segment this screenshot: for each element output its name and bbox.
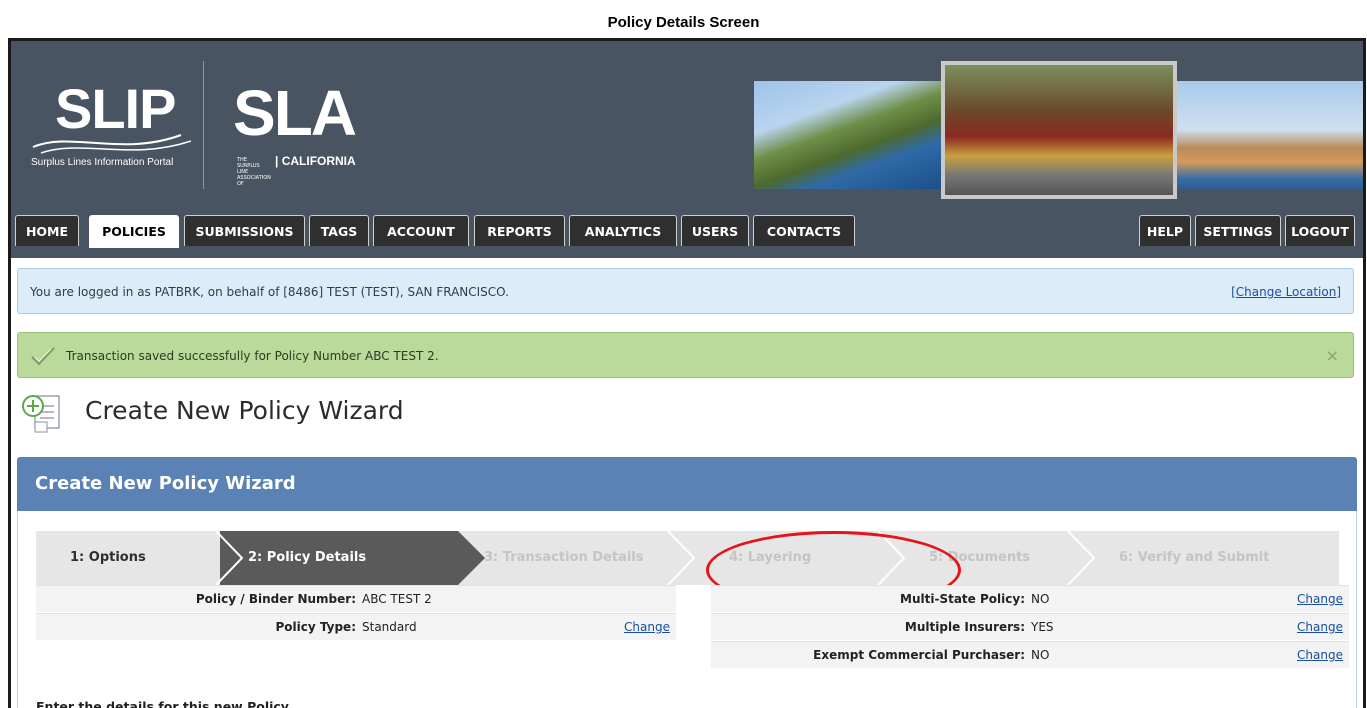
tab-submissions[interactable]: SUBMISSIONS <box>184 215 305 246</box>
detail-row-multiple-insurers: Multiple Insurers: YES Change <box>711 613 1349 640</box>
detail-row-policy-type: Policy Type: Standard Change <box>36 613 676 640</box>
tab-reports[interactable]: REPORTS <box>474 215 565 246</box>
page-content: You are logged in as PATBRK, on behalf o… <box>11 258 1363 708</box>
sla-logo-text: SLA <box>233 77 357 149</box>
tab-contacts[interactable]: CONTACTS <box>753 215 855 246</box>
sla-logo[interactable]: SLA THE SURPLUS LINE ASSOCIATION OF | CA… <box>233 77 383 187</box>
page-title: Create New Policy Wizard <box>85 396 404 425</box>
detail-value: Standard <box>362 620 417 634</box>
banner-photo-cable-car <box>941 61 1177 199</box>
detail-label: Multiple Insurers: <box>904 620 1025 634</box>
detail-label: Policy Type: <box>275 620 357 634</box>
new-document-icon <box>22 395 60 433</box>
change-multiple-insurers-link[interactable]: Change <box>1297 614 1343 641</box>
change-exempt-commercial-link[interactable]: Change <box>1297 642 1343 669</box>
detail-row-multi-state: Multi-State Policy: NO Change <box>711 585 1349 612</box>
slip-logo[interactable]: SLIP Surplus Lines Information Portal <box>31 81 201 181</box>
change-multi-state-link[interactable]: Change <box>1297 586 1343 613</box>
detail-row-policy-number: Policy / Binder Number: ABC TEST 2 <box>36 585 676 612</box>
tab-home[interactable]: HOME <box>15 215 79 246</box>
tab-account[interactable]: ACCOUNT <box>373 215 469 246</box>
tab-logout[interactable]: LOGOUT <box>1285 215 1355 246</box>
tab-settings[interactable]: SETTINGS <box>1195 215 1281 246</box>
detail-label: Policy / Binder Number: <box>195 592 356 606</box>
banner-photo-coast <box>754 81 944 189</box>
slip-swoosh-icon <box>32 134 192 154</box>
step-transaction-details: 3: Transaction Details <box>484 550 644 565</box>
detail-label: Exempt Commercial Purchaser: <box>813 648 1025 662</box>
detail-value: YES <box>1031 620 1054 634</box>
step-separator-icon <box>667 531 696 585</box>
wizard-panel-header: Create New Policy Wizard <box>17 457 1357 511</box>
logo-divider <box>203 61 204 189</box>
tab-policies[interactable]: POLICIES <box>89 215 179 248</box>
tab-users[interactable]: USERS <box>681 215 749 246</box>
success-message-bar: Transaction saved successfully for Polic… <box>17 332 1354 378</box>
checkmark-icon <box>31 347 55 366</box>
slip-logo-subtitle: Surplus Lines Information Portal <box>31 157 174 168</box>
wizard-steps: 1: Options 2: Policy Details 3: Transact… <box>36 531 1339 609</box>
screen-caption: Policy Details Screen <box>607 14 760 31</box>
step-options[interactable]: 1: Options <box>70 531 146 585</box>
change-location-link[interactable]: [Change Location] <box>1231 269 1341 315</box>
step-separator-icon <box>1067 531 1096 585</box>
detail-row-exempt-commercial: Exempt Commercial Purchaser: NO Change <box>711 641 1349 668</box>
app-window: SLIP Surplus Lines Information Portal SL… <box>8 38 1366 708</box>
tab-tags[interactable]: TAGS <box>309 215 369 246</box>
detail-label: Multi-State Policy: <box>900 592 1025 606</box>
sla-logo-subtitle: | CALIFORNIA <box>275 154 356 168</box>
step-separator-icon <box>215 531 244 585</box>
change-policy-type-link[interactable]: Change <box>624 614 670 641</box>
banner-photo-pier <box>1173 81 1363 189</box>
site-header: SLIP Surplus Lines Information Portal SL… <box>11 41 1363 258</box>
success-message-text: Transaction saved successfully for Polic… <box>66 349 439 363</box>
close-icon[interactable]: × <box>1326 333 1339 379</box>
wizard-panel-body: 1: Options 2: Policy Details 3: Transact… <box>17 511 1357 708</box>
sla-logo-small-text: THE SURPLUS LINE ASSOCIATION OF <box>237 157 271 187</box>
tab-analytics[interactable]: ANALYTICS <box>569 215 677 246</box>
detail-value: NO <box>1031 648 1050 662</box>
detail-value: NO <box>1031 592 1050 606</box>
login-info-bar: You are logged in as PATBRK, on behalf o… <box>17 268 1354 314</box>
step-policy-details[interactable]: 2: Policy Details <box>248 531 366 585</box>
step-verify-and-submit: 6: Verify and Submit <box>1119 550 1270 565</box>
main-nav: HOME POLICIES SUBMISSIONS TAGS ACCOUNT R… <box>11 215 1363 258</box>
detail-value: ABC TEST 2 <box>362 592 432 606</box>
tab-help[interactable]: HELP <box>1139 215 1191 246</box>
login-info-text: You are logged in as PATBRK, on behalf o… <box>30 285 509 299</box>
instruction-text: Enter the details for this new Policy. <box>36 699 293 708</box>
